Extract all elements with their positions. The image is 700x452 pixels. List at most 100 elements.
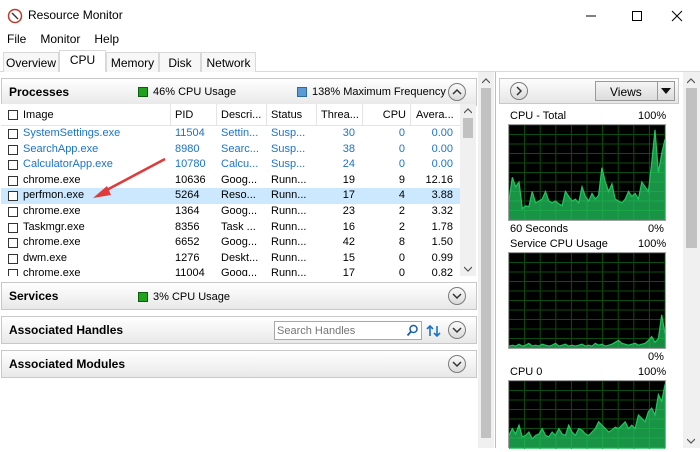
graph-service-cpu-title: Service CPU Usage [510, 238, 608, 250]
graph-cpu-total-max: 100% [638, 110, 667, 122]
table-row[interactable]: chrome.exe 11004 Goog... Runn... 17 0 0.82 [1, 266, 460, 276]
column-threads[interactable]: Threa... [321, 104, 363, 126]
tab-bar: Overview CPU Memory Disk Network [0, 50, 700, 73]
tab-network[interactable]: Network [201, 52, 256, 72]
right-pane-scrollbar[interactable] [683, 72, 700, 448]
views-dropdown[interactable]: Views [595, 81, 675, 101]
cell-image: SearchApp.exe [23, 142, 99, 155]
graph-cpu0-max: 100% [638, 366, 667, 378]
column-image[interactable]: Image [23, 104, 171, 126]
services-header[interactable]: Services 3% CPU Usage [1, 282, 477, 310]
column-average-cpu[interactable]: Avera... [416, 104, 460, 126]
cell-status: Susp... [271, 158, 306, 171]
row-checkbox[interactable] [8, 253, 18, 264]
cell-cpu: 0 [398, 127, 405, 139]
cell-threads: 24 [342, 158, 355, 171]
cell-avg: 3.32 [431, 205, 453, 217]
menu-file[interactable]: File [7, 31, 26, 49]
cell-status: Runn... [271, 205, 307, 217]
services-expand-button[interactable] [448, 287, 466, 305]
table-row[interactable]: dwm.exe 1276 Deskt... Runn... 15 0 0.99 [1, 251, 460, 267]
cell-desc: Reso... [221, 189, 256, 202]
table-row[interactable]: perfmon.exe 5264 Reso... Runn... 17 4 3.88 [1, 188, 460, 204]
graph-cpu-total [508, 124, 666, 221]
graph-service-cpu-min: 0% [648, 351, 664, 363]
tab-cpu[interactable]: CPU [59, 50, 106, 73]
processes-cpu-usage: 46% CPU Usage [153, 86, 237, 98]
row-checkbox[interactable] [8, 144, 18, 155]
graph-cpu-total-min: 0% [648, 223, 664, 235]
row-checkbox[interactable] [8, 129, 18, 139]
refresh-search-icon[interactable] [426, 323, 442, 339]
cell-avg: 0.00 [431, 142, 453, 155]
graph-cpu-total-plot [508, 124, 666, 221]
search-handles-box [274, 321, 422, 340]
views-separator [657, 82, 658, 100]
close-button[interactable] [654, 0, 700, 31]
graph-cpu0 [508, 380, 666, 449]
cell-cpu: 0 [398, 142, 405, 155]
max-frequency-icon [297, 87, 307, 97]
handles-header[interactable]: Associated Handles [1, 316, 477, 344]
scroll-up-icon [482, 78, 490, 84]
cell-threads: 23 [342, 205, 355, 217]
cell-threads: 19 [342, 173, 355, 186]
cell-threads: 17 [342, 189, 355, 202]
column-status[interactable]: Status [271, 104, 317, 126]
row-checkbox[interactable] [8, 160, 18, 171]
modules-header[interactable]: Associated Modules [1, 350, 477, 378]
cell-status: Runn... [271, 173, 307, 186]
dropdown-arrow-icon [661, 88, 671, 94]
tab-overview[interactable]: Overview [3, 52, 59, 72]
row-checkbox[interactable] [8, 207, 18, 217]
table-row[interactable]: chrome.exe 10636 Goog... Runn... 19 9 12.16 [1, 173, 460, 189]
left-pane-scrollbar[interactable] [478, 72, 494, 448]
handles-title: Associated Handles [9, 323, 124, 337]
column-cpu[interactable]: CPU [369, 104, 411, 126]
cell-pid: 6652 [175, 236, 200, 249]
scroll-down-icon [687, 438, 695, 444]
graph-service-cpu-max: 100% [638, 238, 667, 250]
minimize-button[interactable] [568, 0, 614, 31]
search-handles-input[interactable] [277, 323, 403, 338]
table-row[interactable]: SearchApp.exe 8980 Searc... Susp... 38 0 0.00 [1, 142, 460, 158]
table-row[interactable]: CalculatorApp.exe 10780 Calcu... Susp... 24 0… [1, 157, 460, 173]
table-row[interactable]: chrome.exe 1364 Goog... Runn... 23 2 3.32 [1, 204, 460, 220]
column-description[interactable]: Descri... [221, 104, 267, 126]
table-row[interactable]: Taskmgr.exe 8356 Task ... Runn... 16 2 1.78 [1, 220, 460, 236]
cell-avg: 1.50 [431, 236, 453, 249]
cell-desc: Searc... [221, 142, 259, 155]
select-all-checkbox[interactable] [8, 110, 18, 120]
processes-header[interactable]: Processes 46% CPU Usage 138% Maximum Fre… [1, 78, 477, 106]
table-row[interactable]: SystemSettings.exe 11504 Settin... Susp... 3… [1, 126, 460, 142]
processes-collapse-button[interactable] [448, 83, 466, 101]
row-checkbox[interactable] [8, 191, 18, 202]
row-checkbox[interactable] [8, 269, 18, 276]
process-table-scrollbar[interactable] [460, 104, 476, 276]
scrollbar-thumb[interactable] [463, 118, 473, 138]
search-icon[interactable] [406, 324, 419, 337]
tab-memory[interactable]: Memory [106, 52, 159, 72]
handles-expand-button[interactable] [448, 321, 466, 339]
row-checkbox[interactable] [8, 175, 18, 186]
expand-pane-button[interactable] [510, 82, 528, 100]
menu-monitor[interactable]: Monitor [40, 31, 80, 49]
cell-status: Runn... [271, 251, 307, 264]
scrollbar-thumb[interactable] [686, 88, 697, 248]
cell-cpu: 2 [398, 220, 405, 233]
row-checkbox[interactable] [8, 222, 18, 233]
cell-cpu: 0 [398, 267, 405, 276]
chevron-up-icon [452, 88, 462, 95]
pane-divider[interactable] [495, 72, 496, 448]
scrollbar-thumb[interactable] [481, 88, 491, 438]
cell-cpu: 0 [398, 158, 405, 171]
menu-help[interactable]: Help [94, 31, 119, 49]
maximize-icon [632, 10, 642, 21]
column-pid[interactable]: PID [175, 104, 217, 126]
tab-disk[interactable]: Disk [159, 52, 201, 72]
cell-avg: 12.16 [425, 173, 453, 186]
chevron-down-icon [452, 361, 462, 368]
table-row[interactable]: chrome.exe 6652 Goog... Runn... 42 8 1.50 [1, 235, 460, 251]
row-checkbox[interactable] [8, 238, 18, 249]
modules-expand-button[interactable] [448, 355, 466, 373]
